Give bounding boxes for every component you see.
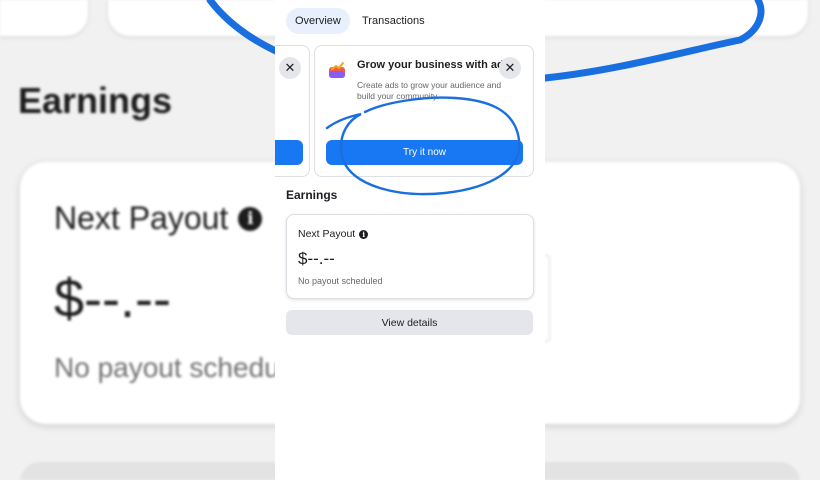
close-icon[interactable]: ✕ [279,57,301,79]
tab-bar: Overview Transactions [275,0,545,40]
payout-status: No payout scheduled [298,276,383,286]
try-it-now-button[interactable]: Try it now [326,140,523,165]
promo-title: Grow your business with ads [357,59,510,71]
info-icon[interactable]: i [359,229,369,239]
bg-payout-title: Next Payout i [54,200,263,237]
bg-promo-card-left [0,0,88,36]
phone-screen: Overview Transactions ✕ Grow your busine… [275,0,545,480]
bg-payout-label: Next Payout [54,200,229,236]
promo-card-previous[interactable]: ✕ [275,45,310,177]
earnings-section-title: Earnings [286,188,338,202]
tab-transactions[interactable]: Transactions [353,8,434,34]
bg-earnings-title: Earnings [18,80,173,121]
next-payout-label: Next Payout [298,228,356,240]
promo-description: Create ads to grow your audience and bui… [357,80,502,101]
tab-overview[interactable]: Overview [286,8,350,34]
payout-amount: $--.-- [298,249,335,268]
promo-card-ads: Grow your business with ads Create ads t… [314,45,534,177]
bg-payout-amount: $--.-- [54,269,171,329]
close-icon[interactable]: ✕ [499,57,521,79]
ads-chart-icon [329,62,345,78]
next-payout-card: Next Payout i $--.-- No payout scheduled [286,214,534,299]
bg-info-icon: i [238,206,263,231]
promo-previous-cta-button[interactable] [275,140,303,165]
view-details-button[interactable]: View details [286,310,533,335]
next-payout-header: Next Payout i [298,228,369,240]
